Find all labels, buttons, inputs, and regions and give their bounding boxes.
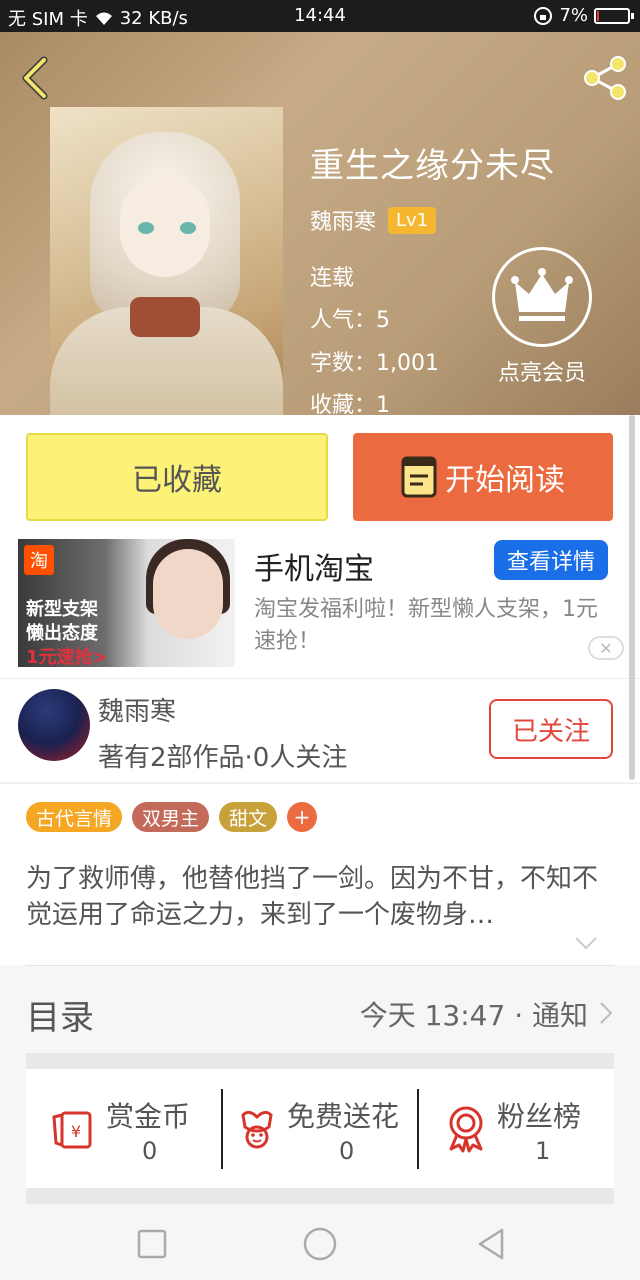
ad-image-text-1: 新型支架 — [26, 599, 98, 620]
start-reading-button[interactable]: 开始阅读 — [353, 433, 613, 521]
rotation-lock-icon — [534, 6, 553, 25]
system-nav-bar — [0, 1204, 640, 1280]
word-count: 字数：1,001 — [310, 351, 439, 376]
catalog-row[interactable]: 目录 今天 13:47 · 通知 — [26, 965, 614, 1053]
fan-ranking-value: 1 — [535, 1137, 551, 1165]
tag-item[interactable]: 甜文 — [219, 802, 278, 832]
ad-description: 淘宝发福利啦！新型懒人支架，1元速抢！ — [254, 597, 598, 654]
free-flowers-label: 免费送花 — [287, 1100, 400, 1133]
status-bar: 无 SIM 卡 32 KB/s 14:44 7% — [0, 0, 640, 32]
reward-coins-stat[interactable]: ¥ 赏金币 0 — [26, 1089, 221, 1169]
stats-bar: ¥ 赏金币 0 免费送花 0 粉丝榜 1 — [26, 1069, 614, 1188]
reward-coins-label: 赏金币 — [106, 1100, 191, 1133]
vip-button[interactable]: 点亮会员 — [490, 247, 594, 387]
section-divider — [26, 1053, 614, 1069]
level-badge: Lv1 — [388, 206, 437, 234]
section-divider — [26, 1188, 614, 1204]
fan-ranking-label: 粉丝榜 — [497, 1100, 582, 1133]
author-row: 魏雨寒 Lv1 — [310, 204, 437, 236]
book-cover[interactable] — [50, 107, 283, 415]
taobao-logo: 淘 — [24, 545, 54, 575]
favorited-button[interactable]: 已收藏 — [26, 433, 328, 521]
share-icon[interactable] — [580, 54, 628, 102]
catalog-title: 目录 — [26, 998, 94, 1038]
book-icon — [401, 456, 437, 498]
reward-coins-value: 0 — [142, 1137, 158, 1165]
battery-icon — [594, 7, 634, 24]
view-details-button[interactable]: 查看详情 — [494, 540, 608, 580]
start-reading-label: 开始阅读 — [445, 463, 565, 498]
ad-title: 手机淘宝 — [254, 552, 374, 587]
catalog-update: 今天 13:47 · 通知 — [359, 999, 588, 1032]
chevron-down-icon[interactable] — [574, 934, 598, 952]
popularity: 人气：5 — [310, 308, 390, 333]
ad-image-text-2: 懒出态度 — [26, 623, 98, 644]
author-name[interactable]: 魏雨寒 — [310, 204, 376, 236]
ad-image-text-3: 1元速抢> — [26, 647, 108, 667]
tag-list: 古代言情 双男主 甜文 + — [26, 802, 318, 832]
close-icon[interactable]: ✕ — [588, 636, 624, 660]
ad-image[interactable]: 淘 新型支架 懒出态度 1元速抢> — [18, 539, 235, 667]
serial-status: 连载 — [310, 266, 355, 291]
chevron-right-icon — [600, 1002, 613, 1024]
status-right: 7% — [533, 5, 634, 26]
back-nav-icon[interactable] — [474, 1226, 510, 1262]
fan-ranking-stat[interactable]: 粉丝榜 1 — [419, 1089, 614, 1169]
avatar[interactable] — [18, 689, 90, 761]
author-card-info: 著有2部作品·0人关注 — [98, 743, 348, 773]
back-icon[interactable] — [16, 56, 56, 100]
following-button[interactable]: 已关注 — [489, 699, 613, 759]
home-icon[interactable] — [302, 1226, 338, 1262]
add-tag-button[interactable]: + — [287, 802, 318, 832]
svg-text:¥: ¥ — [71, 1122, 81, 1141]
medal-icon — [449, 1106, 483, 1153]
tags-intro-section: 古代言情 双男主 甜文 + 为了救师傅，他替他挡了一剑。因为不甘，不知不觉运用了… — [0, 783, 640, 965]
free-flowers-value: 0 — [339, 1137, 355, 1165]
tag-item[interactable]: 古代言情 — [26, 802, 123, 832]
scrollbar[interactable] — [629, 415, 635, 780]
book-intro[interactable]: 为了救师傅，他替他挡了一剑。因为不甘，不知不觉运用了命运之力，来到了一个废物身… — [26, 861, 612, 933]
battery-percent: 7% — [559, 5, 588, 26]
favorite-count: 收藏：1 — [310, 393, 390, 415]
action-bar: 已收藏 开始阅读 — [0, 415, 640, 528]
vip-label: 点亮会员 — [497, 361, 586, 386]
flower-icon — [241, 1110, 273, 1149]
free-flowers-stat[interactable]: 免费送花 0 — [223, 1089, 417, 1169]
red-envelope-icon: ¥ — [52, 1111, 92, 1149]
crown-icon — [492, 247, 592, 347]
ad-banner[interactable]: 淘 新型支架 懒出态度 1元速抢> 手机淘宝 查看详情 淘宝发福利啦！新型懒人支… — [0, 528, 640, 678]
book-header: 重生之缘分未尽 魏雨寒 Lv1 连载 人气：5 字数：1,001 收藏：1 点亮… — [0, 32, 640, 415]
author-card[interactable]: 魏雨寒 著有2部作品·0人关注 已关注 — [0, 678, 640, 782]
author-card-name: 魏雨寒 — [98, 697, 177, 727]
tag-item[interactable]: 双男主 — [132, 802, 210, 832]
book-title: 重生之缘分未尽 — [310, 146, 555, 186]
recent-apps-icon[interactable] — [134, 1226, 170, 1262]
